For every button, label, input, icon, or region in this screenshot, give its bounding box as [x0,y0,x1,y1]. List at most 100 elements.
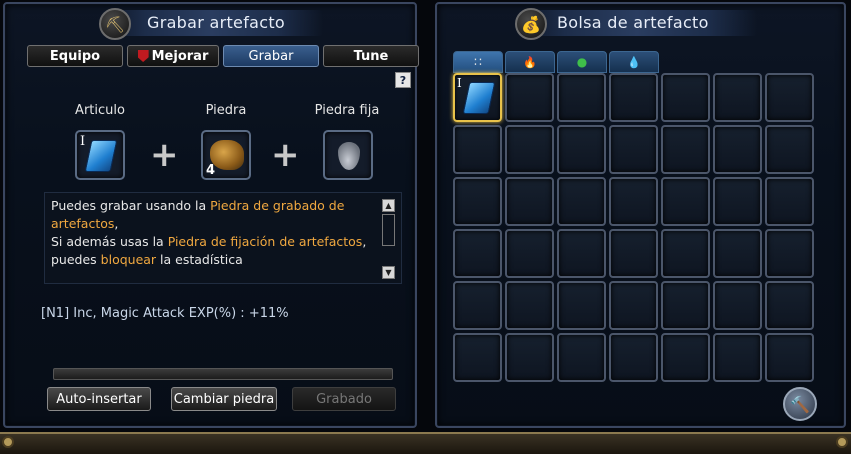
bag-slot[interactable] [609,177,658,226]
bag-slot[interactable] [505,177,554,226]
stone-count: 4 [206,163,216,178]
tab-nature[interactable]: ● [557,51,607,73]
tab-all[interactable]: ∷ [453,51,503,73]
bag-slot[interactable] [505,333,554,382]
water-drop-icon: 💧 [627,55,641,69]
bottom-frame [0,432,851,454]
bag-tabs: ∷ 🔥 ● 💧 [453,51,659,73]
bag-slot[interactable] [713,333,762,382]
fixed-stone-slot[interactable] [323,130,373,180]
tab-water[interactable]: 💧 [609,51,659,73]
bag-slot[interactable] [505,73,554,122]
fixed-stone-icon [338,142,360,170]
desc-text: , [114,216,119,231]
desc-highlight: Piedra de fijación de artefactos [167,234,363,249]
bag-slot[interactable] [609,125,658,174]
stone-slot[interactable]: 4 [201,130,251,180]
bag-slot[interactable] [661,73,710,122]
stone-slot-label: Piedra [205,103,247,118]
bag-slot[interactable] [609,281,658,330]
bag-slot[interactable] [713,73,762,122]
change-stone-button[interactable]: Cambiar piedra [171,387,277,411]
shield-icon [137,50,149,62]
bag-slot[interactable] [453,229,502,278]
bag-slot[interactable] [453,333,502,382]
desc-highlight: bloquear [100,252,157,267]
bag-slot[interactable] [557,125,606,174]
bag-slot[interactable] [453,281,502,330]
artifact-slot[interactable]: I [75,130,125,180]
bag-slot-selected[interactable]: I [453,73,502,122]
bag-slot[interactable] [765,177,814,226]
bag-slot[interactable] [713,229,762,278]
bag-slot[interactable] [505,125,554,174]
frame-bolt [2,436,14,448]
bag-title: Bolsa de artefacto [557,13,709,32]
artifact-slot-label: Articulo [75,103,125,118]
bag-slot[interactable] [453,125,502,174]
artifact-grade: I [80,134,86,149]
artifact-bag-panel: 💰 Bolsa de artefacto ∷ 🔥 ● 💧 I 🔨 [435,2,846,428]
bag-slot[interactable] [661,229,710,278]
tab-grabar[interactable]: Grabar [223,45,319,67]
engrave-tabs: Equipo Mejorar Grabar Tune [27,45,419,67]
engrave-button[interactable]: Grabado [292,387,396,411]
bag-slot[interactable] [557,229,606,278]
bag-slot[interactable] [557,177,606,226]
bag-slot[interactable] [765,73,814,122]
engrave-title: Grabar artefacto [147,13,286,32]
grid-icon: ∷ [474,55,482,69]
bag-slot[interactable] [713,177,762,226]
desc-text: Puedes grabar usando la [51,198,211,213]
scroll-down-button[interactable]: ▼ [382,266,395,279]
frame-bolt [836,436,848,448]
bag-slot[interactable] [765,125,814,174]
bag-slot[interactable] [713,125,762,174]
scroll-up-button[interactable]: ▲ [382,199,395,212]
bag-slot[interactable] [557,73,606,122]
bag-slot[interactable] [765,229,814,278]
bag-slot[interactable] [661,177,710,226]
bag-slot[interactable] [609,73,658,122]
bag-slot[interactable] [609,229,658,278]
bag-slot[interactable] [661,281,710,330]
desc-text: la estadística [156,252,243,267]
artifact-item-icon [462,82,496,114]
fixed-stone-slot-label: Piedra fija [314,103,380,118]
bag-slot[interactable] [557,281,606,330]
help-button[interactable]: ? [395,72,411,88]
bag-slot[interactable] [453,177,502,226]
bag-slot[interactable] [713,281,762,330]
tab-tune[interactable]: Tune [323,45,419,67]
bag-slot[interactable] [505,229,554,278]
plus-icon: + [271,135,300,175]
bag-icon: 💰 [515,8,547,40]
tab-mejorar-label: Mejorar [151,48,209,64]
tab-equipo[interactable]: Equipo [27,45,123,67]
bag-slot[interactable] [765,281,814,330]
bag-item-grade: I [457,76,462,90]
engrave-progress-bar [53,368,393,380]
bag-slot[interactable] [765,333,814,382]
pickaxe-icon: ⛏ [99,8,131,40]
scrollbar-track[interactable] [382,214,395,246]
engrave-stone-icon [210,140,244,170]
bag-slot[interactable] [505,281,554,330]
tab-mejorar[interactable]: Mejorar [127,45,219,67]
tab-fire[interactable]: 🔥 [505,51,555,73]
artifact-item-icon [84,140,118,172]
bag-slot[interactable] [609,333,658,382]
desc-text: Si además usas la [51,234,168,249]
bag-slot[interactable] [661,333,710,382]
hammer-icon[interactable]: 🔨 [783,387,817,421]
plus-icon: + [150,135,179,175]
fire-icon: 🔥 [523,55,537,69]
bag-slot[interactable] [557,333,606,382]
auto-insert-button[interactable]: Auto-insertar [47,387,151,411]
engrave-stat: [N1] Inc, Magic Attack EXP(%) : +11% [41,306,289,321]
leaf-icon: ● [576,55,588,69]
bag-slot[interactable] [661,125,710,174]
engrave-panel: ⛏ Grabar artefacto Equipo Mejorar Grabar… [3,2,419,428]
bag-grid: I [453,73,814,382]
description-box: Puedes grabar usando la Piedra de grabad… [44,192,402,284]
